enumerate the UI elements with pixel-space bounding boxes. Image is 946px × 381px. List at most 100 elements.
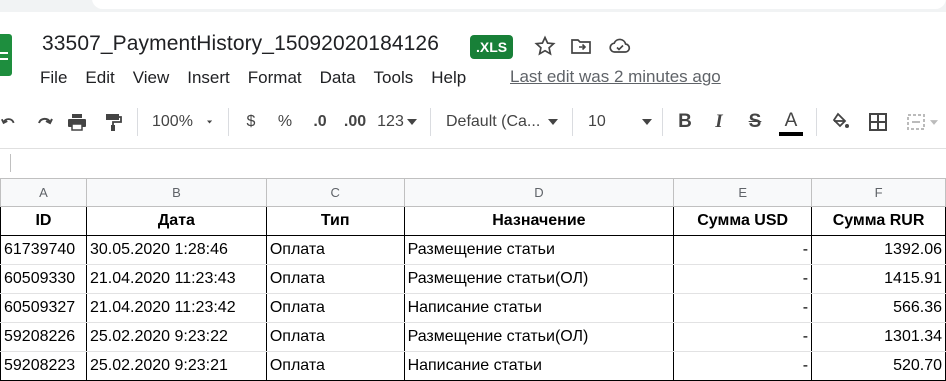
cell-sum-usd[interactable]: -: [673, 264, 813, 294]
cloud-saved-icon[interactable]: [608, 34, 632, 58]
cell-purpose[interactable]: Написание статьи: [403, 351, 675, 381]
table-row: 59208226 25.02.2020 9:23:22 Оплата Разме…: [0, 322, 946, 352]
redo-icon[interactable]: [30, 96, 56, 148]
document-title[interactable]: 33507_PaymentHistory_15092020184126: [42, 32, 439, 56]
cell-type[interactable]: Оплата: [265, 293, 405, 323]
cell-date[interactable]: 25.02.2020 9:23:22: [85, 322, 267, 352]
bold-button[interactable]: B: [674, 96, 696, 148]
font-family-select[interactable]: Default (Ca...: [446, 96, 562, 148]
column-letter-d[interactable]: D: [403, 178, 675, 207]
fill-color-icon[interactable]: [828, 96, 852, 148]
menu-bar: File Edit View Insert Format Data Tools …: [40, 66, 484, 90]
toolbar-divider: [228, 108, 229, 136]
header-cell-sum-usd[interactable]: Сумма USD: [673, 206, 813, 236]
header-cell-sum-rur[interactable]: Сумма RUR: [811, 206, 946, 236]
more-formats-button[interactable]: 123: [376, 96, 418, 148]
increase-decimal-button[interactable]: .00: [340, 96, 370, 148]
text-color-button[interactable]: A: [778, 96, 804, 148]
decrease-decimal-button[interactable]: .0: [308, 96, 332, 148]
menu-tools[interactable]: Tools: [374, 67, 414, 89]
cell-sum-usd[interactable]: -: [673, 351, 813, 381]
last-edit-link[interactable]: Last edit was 2 minutes ago: [510, 67, 721, 87]
currency-label: $: [246, 113, 256, 130]
menu-insert[interactable]: Insert: [187, 67, 230, 89]
print-icon[interactable]: [64, 96, 90, 148]
font-size-select[interactable]: 10: [588, 96, 654, 148]
toolbar: 100% $ % .0 .00 123 Default (Ca... 10 B …: [0, 96, 946, 148]
menu-edit[interactable]: Edit: [85, 67, 114, 89]
column-letter-b[interactable]: B: [85, 178, 267, 207]
header-cell-date[interactable]: Дата: [85, 206, 267, 236]
text-color-label: A: [784, 110, 798, 131]
toolbar-divider: [662, 108, 663, 136]
cell-sum-rur[interactable]: 566.36: [811, 293, 946, 323]
column-letter-a[interactable]: A: [0, 178, 87, 207]
cell-id[interactable]: 60509330: [0, 264, 87, 294]
column-header-row: A B C D E F: [0, 178, 946, 207]
cell-purpose[interactable]: Размещение статьи(ОЛ): [403, 322, 675, 352]
header-cell-id[interactable]: ID: [0, 206, 87, 236]
header-cell-purpose[interactable]: Назначение: [403, 206, 675, 236]
header-cell-type[interactable]: Тип: [265, 206, 405, 236]
cell-id[interactable]: 60509327: [0, 293, 87, 323]
cell-date[interactable]: 30.05.2020 1:28:46: [85, 235, 267, 265]
chevron-down-icon: [548, 119, 558, 125]
cell-sum-usd[interactable]: -: [673, 293, 813, 323]
cell-sum-rur[interactable]: 520.70: [811, 351, 946, 381]
undo-icon[interactable]: [0, 96, 20, 148]
menu-view[interactable]: View: [133, 67, 170, 89]
chevron-down-icon: [406, 119, 417, 125]
cell-date[interactable]: 21.04.2020 11:23:42: [85, 293, 267, 323]
cell-type[interactable]: Оплата: [265, 351, 405, 381]
cell-id[interactable]: 59208223: [0, 351, 87, 381]
menu-help[interactable]: Help: [431, 67, 466, 89]
star-icon[interactable]: [533, 34, 557, 58]
file-type-badge: .XLS: [470, 35, 514, 59]
paint-format-icon[interactable]: [100, 96, 126, 148]
menu-data[interactable]: Data: [320, 67, 356, 89]
cell-date[interactable]: 25.02.2020 9:23:21: [85, 351, 267, 381]
more-formats-label: 123: [377, 113, 404, 130]
move-to-folder-icon[interactable]: [569, 34, 593, 58]
cell-purpose[interactable]: Размещение статьи: [403, 235, 675, 265]
table-row: 61739740 30.05.2020 1:28:46 Оплата Разме…: [0, 235, 946, 265]
cell-sum-usd[interactable]: -: [673, 322, 813, 352]
address-bar[interactable]: [92, 0, 946, 9]
cell-type[interactable]: Оплата: [265, 264, 405, 294]
borders-icon[interactable]: [866, 96, 890, 148]
toolbar-divider: [816, 108, 817, 136]
chevron-down-icon: [206, 120, 212, 124]
decrease-decimal-label: .0: [313, 113, 327, 130]
browser-url-strip: [0, 0, 946, 12]
cell-sum-rur[interactable]: 1301.34: [811, 322, 946, 352]
merge-cells-icon[interactable]: [902, 96, 942, 148]
cell-purpose[interactable]: Размещение статьи(ОЛ): [403, 264, 675, 294]
chevron-down-icon: [642, 119, 652, 125]
cell-sum-rur[interactable]: 1392.06: [811, 235, 946, 265]
column-letter-f[interactable]: F: [811, 178, 946, 207]
italic-label: I: [715, 111, 723, 132]
column-letter-c[interactable]: C: [265, 178, 405, 207]
menu-format[interactable]: Format: [248, 67, 302, 89]
cell-purpose[interactable]: Написание статьи: [403, 293, 675, 323]
text-color-swatch: [779, 132, 803, 136]
percent-label: %: [277, 113, 293, 130]
sheets-logo-icon[interactable]: [0, 34, 12, 76]
toolbar-divider: [430, 108, 431, 136]
cell-date[interactable]: 21.04.2020 11:23:43: [85, 264, 267, 294]
currency-format-button[interactable]: $: [242, 96, 260, 148]
zoom-select[interactable]: 100%: [152, 96, 212, 148]
formula-bar[interactable]: [0, 148, 946, 179]
percent-format-button[interactable]: %: [276, 96, 294, 148]
cell-id[interactable]: 61739740: [0, 235, 87, 265]
cell-sum-rur[interactable]: 1415.91: [811, 264, 946, 294]
strikethrough-button[interactable]: S: [744, 96, 766, 148]
cell-type[interactable]: Оплата: [265, 322, 405, 352]
cell-id[interactable]: 59208226: [0, 322, 87, 352]
menu-file[interactable]: File: [40, 67, 67, 89]
cell-sum-usd[interactable]: -: [673, 235, 813, 265]
font-size-value: 10: [588, 113, 606, 130]
column-letter-e[interactable]: E: [673, 178, 813, 207]
cell-type[interactable]: Оплата: [265, 235, 405, 265]
italic-button[interactable]: I: [708, 96, 730, 148]
